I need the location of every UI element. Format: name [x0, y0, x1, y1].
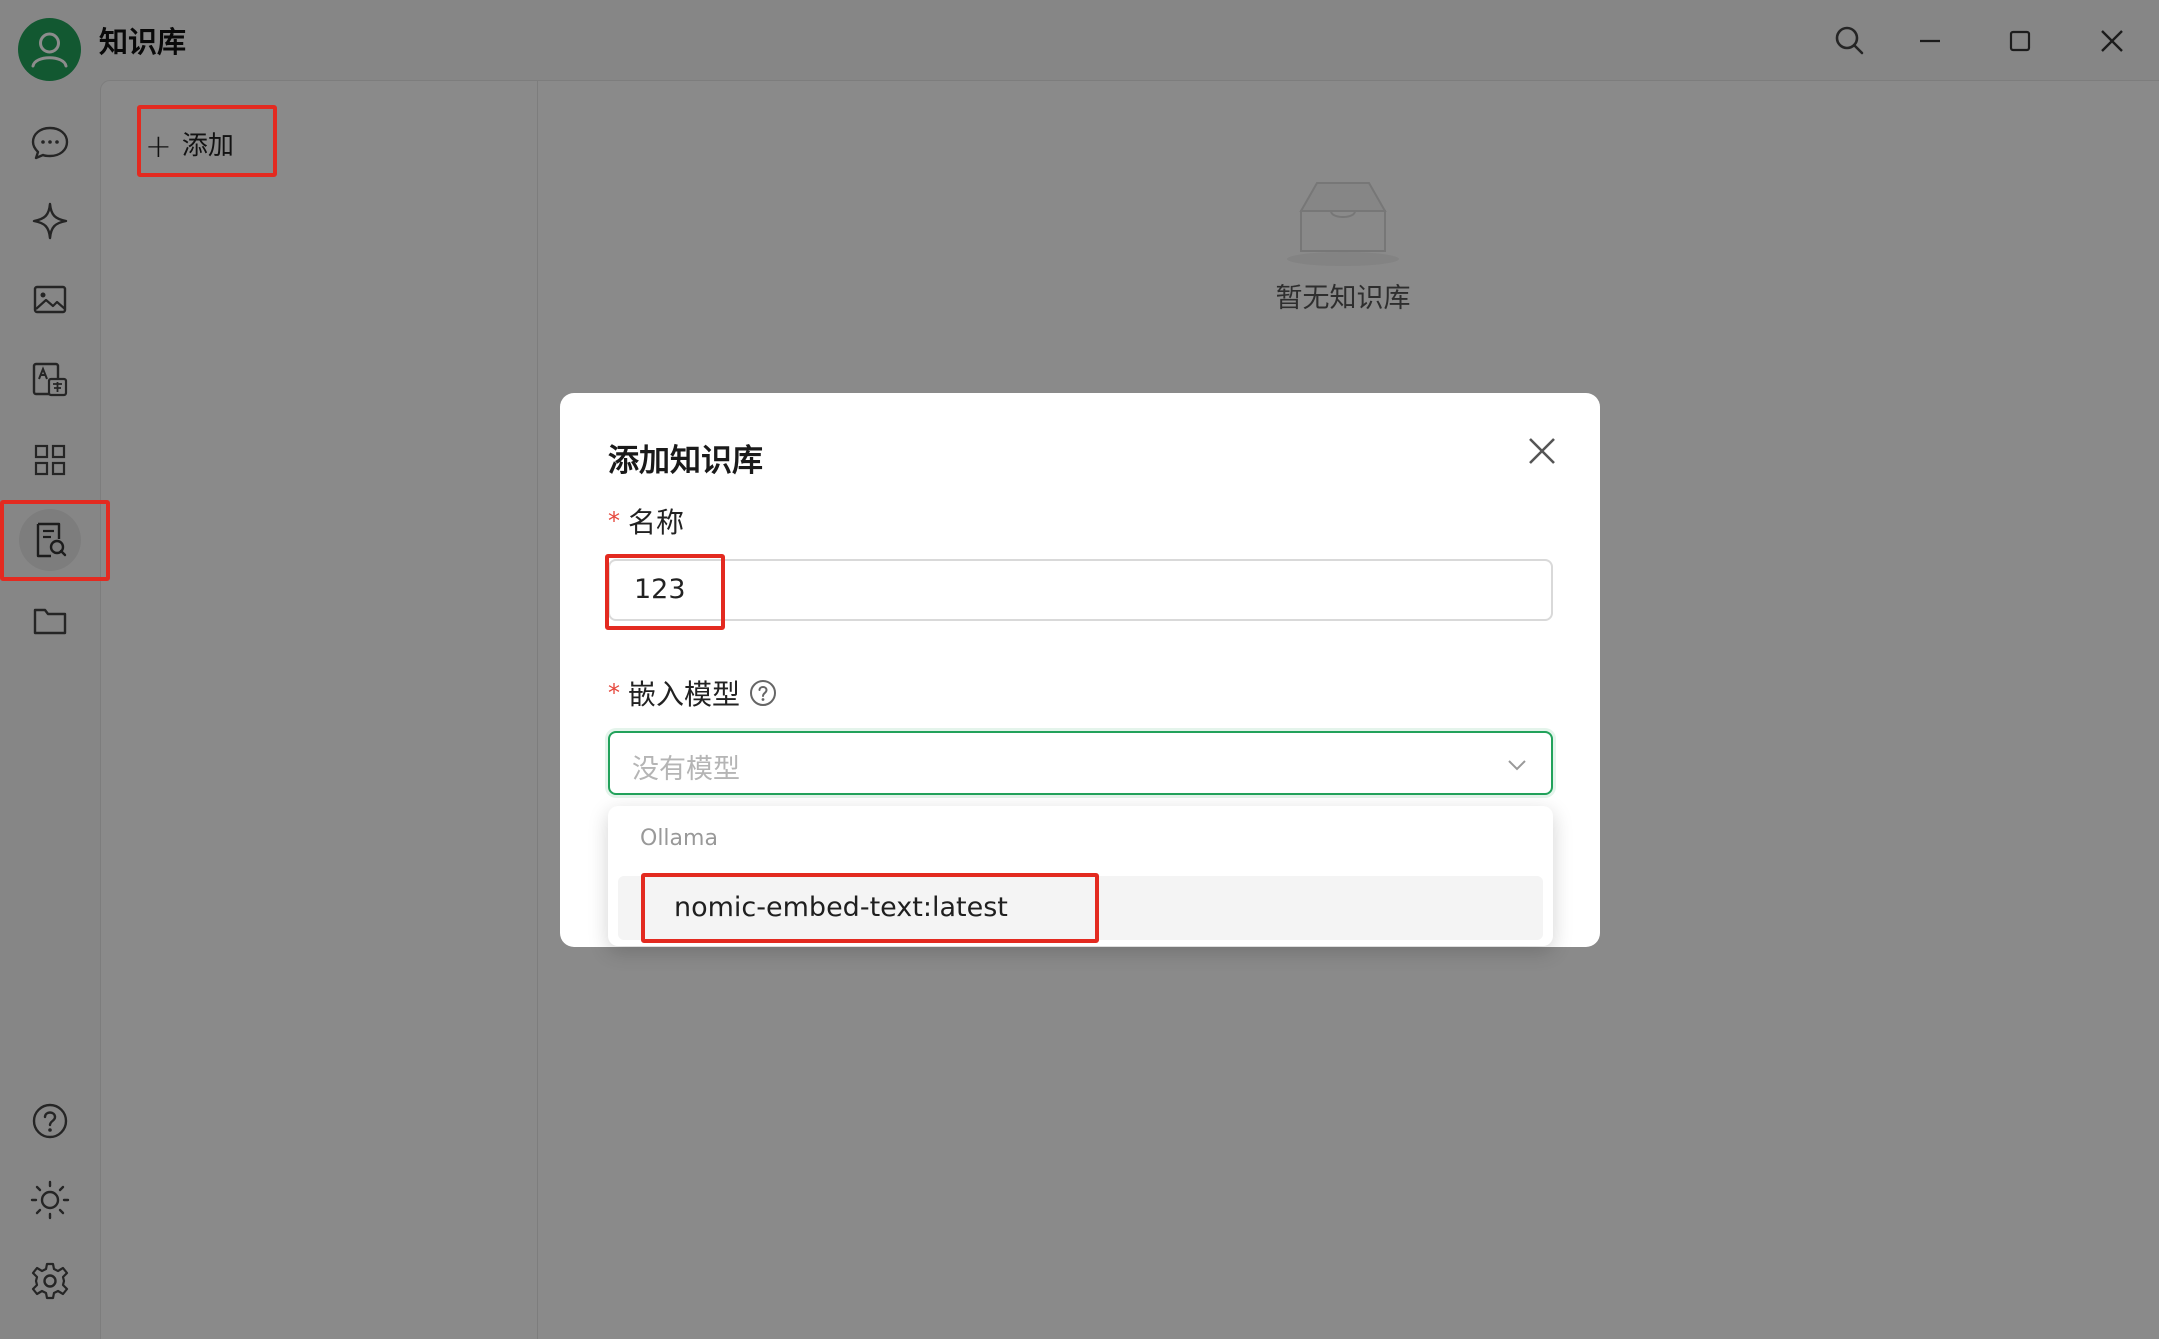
chevron-down-icon: [1505, 753, 1529, 777]
question-circle-icon[interactable]: [748, 678, 778, 708]
highlight-model-option: [641, 873, 1099, 943]
model-field-label: * 嵌入模型: [608, 673, 778, 713]
dropdown-group-label: Ollama: [640, 826, 718, 851]
model-label-text: 嵌入模型: [628, 678, 741, 711]
highlight-name-input: [605, 554, 725, 630]
model-select-placeholder: 没有模型: [632, 754, 740, 785]
embedding-model-select[interactable]: 没有模型: [608, 731, 1553, 795]
name-label-text: 名称: [628, 506, 685, 539]
required-mark: *: [608, 679, 620, 707]
close-icon: [1529, 438, 1555, 464]
app-window: 知识库 + 添加 暂无知识库 添加知识库 * 名称 123 * 嵌入模型 没有模…: [0, 0, 2159, 1339]
highlight-add-button: [137, 105, 277, 177]
name-input[interactable]: 123: [608, 559, 1553, 621]
name-field-label: * 名称: [608, 501, 684, 541]
dialog-close-button[interactable]: [1520, 429, 1564, 473]
highlight-knowledge-nav: [0, 500, 110, 581]
required-mark: *: [608, 507, 620, 535]
dialog-title: 添加知识库: [608, 443, 763, 479]
